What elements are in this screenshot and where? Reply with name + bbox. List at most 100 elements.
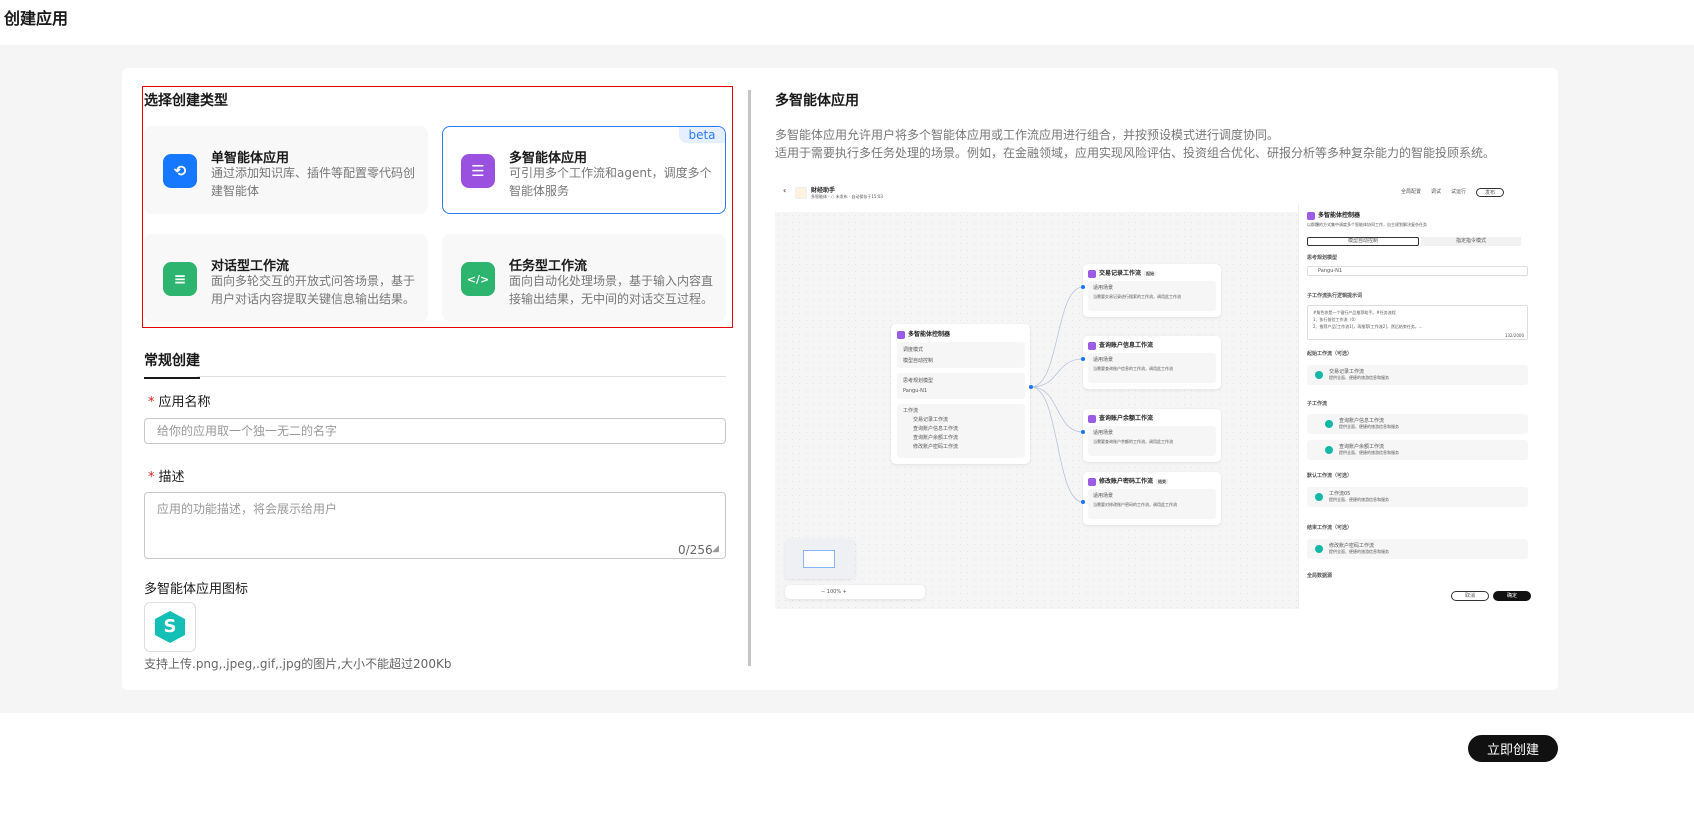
section-label: 默认工作流（可选）: [1307, 473, 1353, 479]
zoom-level: 100%: [826, 589, 842, 595]
workflow-node: 查询账户余额工作流 适用场景当需要查询账户余额的工作流，调用此工作流: [1083, 409, 1221, 462]
node-desc: 当需要查询账户余额的工作流，调用此工作流: [1093, 439, 1173, 444]
prompt-line: #角色你是一个银行产品推荐助手。#任务流程: [1313, 310, 1396, 315]
item-name: 修改账户密码工作流: [1329, 543, 1375, 549]
info-desc: 多智能体应用允许用户将多个智能体应用或工作流应用进行组合，并按预设模式进行调度协…: [775, 126, 1495, 162]
field-value: 模型自动控制: [903, 358, 934, 364]
item-name: 工作流05: [1329, 491, 1351, 497]
mode-tab: 模型自动控制: [1307, 237, 1419, 246]
preview-cancel: 取消: [1451, 591, 1489, 601]
app-logo-icon: S: [155, 611, 185, 643]
node-title: 交易记录工作流: [1099, 270, 1142, 277]
type-card-single-agent[interactable]: ⟲ 单智能体应用 通过添加知识库、插件等配置零代码创建智能体: [144, 126, 428, 214]
node-label: 适用场景: [1093, 493, 1114, 499]
node-label: 适用场景: [1093, 357, 1114, 363]
field-label: 工作流: [903, 408, 919, 414]
node-desc: 当需要查询账户信息的工作流，调用此工作流: [1093, 366, 1173, 371]
connector: [1030, 386, 1084, 433]
resize-handle-icon[interactable]: ◢: [712, 544, 719, 554]
item-desc: 提供全面、便捷的旅游信息和服务: [1329, 497, 1389, 502]
info-line: 适用于需要执行多任务处理的场景。例如，在金融领域，应用实现风险评估、投资组合优化…: [775, 146, 1496, 160]
section-label: 起始工作流（可选）: [1307, 351, 1353, 357]
minimap: [785, 539, 855, 579]
node-title: 修改账户密码工作流: [1099, 478, 1154, 485]
node-title: 多智能体控制器: [908, 331, 951, 338]
section-label: 结束工作流（可选）: [1307, 525, 1353, 531]
item-desc: 提供全面、便捷的旅游信息和服务: [1329, 549, 1389, 554]
workflow-icon: [1325, 446, 1333, 454]
workflow-ref: 修改账户密码工作流: [913, 444, 959, 450]
tab-divider: [197, 376, 726, 377]
preview-image: ‹ 财经助手 多智能体 · ○ 未发布 · 自动保存于15:03 全局配置 调试…: [775, 182, 1535, 609]
controller-icon: [897, 330, 905, 339]
node-title: 查询账户余额工作流: [1099, 415, 1154, 422]
action: 试运行: [1451, 189, 1467, 195]
item-desc: 提供全面、便捷的旅游信息和服务: [1329, 375, 1389, 380]
node-desc: 当需要对修改账户密码的工作流，调用此工作流: [1093, 502, 1177, 507]
node-tag: 起始: [1144, 271, 1157, 276]
workflow-ref: 交易记录工作流: [913, 417, 949, 423]
beta-badge: beta: [679, 127, 725, 143]
input-port: [1081, 285, 1085, 289]
output-port: [1029, 385, 1033, 389]
connector: [1030, 286, 1084, 388]
controller-icon: [1307, 211, 1315, 220]
workflow-ref: 查询账户余额工作流: [913, 435, 959, 441]
description-textarea[interactable]: 应用的功能描述，将会展示给用户: [144, 492, 726, 559]
prompt-line: 2、推荐产品[工作流1]，再推荐[工作流2]，然后结束任务。...: [1313, 324, 1423, 329]
zoom-toolbar: − 100% +: [785, 585, 925, 599]
page-title: 创建应用: [4, 9, 69, 28]
item-name: 查询账户余额工作流: [1339, 444, 1385, 450]
char-counter: 0/256: [678, 543, 713, 557]
icon-label: 多智能体应用图标: [144, 582, 249, 597]
type-card-task-workflow[interactable]: </> 任务型工作流 面向自动化处理场景，基于输入内容直接输出结果，无中间的对话…: [442, 234, 726, 322]
minimap-viewport: [803, 550, 835, 568]
connector: [1030, 386, 1084, 503]
required-mark: *: [148, 470, 155, 485]
tab-general-create[interactable]: 常规创建: [144, 350, 200, 379]
multi-agent-icon: ☰: [461, 154, 495, 188]
required-mark: *: [148, 395, 155, 410]
workflow-icon: [1315, 545, 1323, 553]
connector: [1030, 358, 1084, 388]
workflow-icon: [1088, 269, 1096, 278]
input-port: [1081, 357, 1085, 361]
field-value: Pangu-N1: [903, 388, 928, 394]
section-label: 全局数据源: [1307, 573, 1333, 579]
field-label: 调度模式: [903, 347, 924, 353]
field-label: 子工作流执行逻辑提示词: [1307, 293, 1363, 299]
field-label: 思考规划模型: [903, 378, 934, 384]
card-desc: 面向自动化处理场景，基于输入内容直接输出结果，无中间的对话交互过程。: [509, 274, 714, 306]
panel-divider-scrollbar[interactable]: [748, 90, 751, 666]
workflow-node: 修改账户密码工作流 结束 适用场景 当需要对修改账户密码的工作流，调用此工作流: [1083, 472, 1221, 525]
workflow-icon: [1088, 414, 1096, 423]
type-card-multi-agent[interactable]: ☰ 多智能体应用 可引用多个工作流和agent，调度多个智能体服务 beta: [442, 126, 726, 214]
node-desc: 当需要交易记录进行搜索的工作流，调用此工作流: [1093, 294, 1181, 299]
action: 发布: [1476, 188, 1505, 197]
preview-top-actions: 全局配置 调试 试运行 发布: [1401, 188, 1505, 197]
item-name: 交易记录工作流: [1329, 369, 1365, 375]
agent-icon: ⟲: [163, 154, 197, 188]
card-desc: 通过添加知识库、插件等配置零代码创建智能体: [211, 166, 416, 198]
workflow-ref: 查询账户信息工作流: [913, 426, 959, 432]
name-label: * 应用名称: [148, 391, 211, 410]
node-label: 适用场景: [1093, 285, 1114, 291]
config-panel: 多智能体控制器 以群體的方式集中调度多个智能体协同工作，自主规划解决复杂任务 模…: [1298, 204, 1535, 609]
model-select: Pangu-N1: [1307, 266, 1528, 276]
field-label: 思考规划模型: [1307, 255, 1338, 261]
app-name-input[interactable]: 给你的应用取一个独一无二的名字: [144, 418, 726, 444]
action: 调试: [1431, 189, 1442, 195]
prompt-line: 1、执行前验工作流（0）: [1313, 317, 1359, 322]
type-card-chat-workflow[interactable]: ≡ 对话型工作流 面向多轮交互的开放式问答场景，基于用户对话内容提取关键信息输出…: [144, 234, 428, 322]
action: 全局配置: [1401, 189, 1422, 195]
workflow-icon: [1088, 341, 1096, 350]
desc-label-text: 描述: [158, 470, 185, 485]
workflow-node: 查询账户信息工作流 适用场景当需要查询账户信息的工作流，调用此工作流: [1083, 336, 1221, 389]
name-label-text: 应用名称: [158, 395, 211, 410]
preview-confirm: 确定: [1493, 591, 1531, 601]
app-icon-upload[interactable]: S: [144, 602, 196, 652]
node-title: 查询账户信息工作流: [1099, 342, 1154, 349]
node-label: 适用场景: [1093, 430, 1114, 436]
create-now-button[interactable]: 立即创建: [1468, 735, 1558, 762]
info-title: 多智能体应用: [775, 93, 859, 109]
